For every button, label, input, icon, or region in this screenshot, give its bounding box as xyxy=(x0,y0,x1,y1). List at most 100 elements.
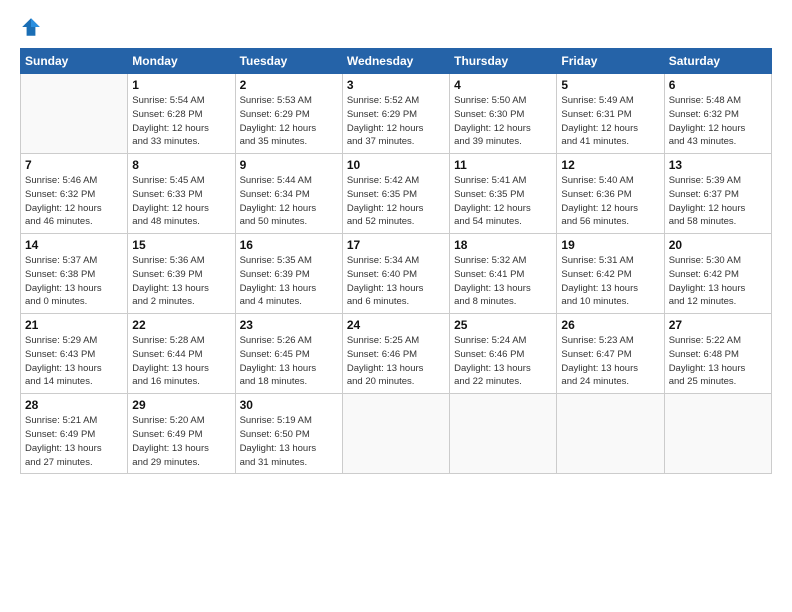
calendar-cell: 2Sunrise: 5:53 AM Sunset: 6:29 PM Daylig… xyxy=(235,74,342,154)
day-info: Sunrise: 5:24 AM Sunset: 6:46 PM Dayligh… xyxy=(454,334,552,389)
calendar-cell: 12 Sunrise: 5:40 AM Sunset: 6:36 PM Dayli… xyxy=(557,154,664,234)
day-number: 19 xyxy=(561,238,659,252)
day-info: Sunrise: 5:46 AM Sunset: 6:32 PM Dayligh… xyxy=(25,174,123,229)
header xyxy=(20,16,772,38)
day-info: Sunrise: 5:44 AM Sunset: 6:34 PM Dayligh… xyxy=(240,174,338,229)
calendar-cell: 3 Sunrise: 5:52 AM Sunset: 6:29 PM Daylig… xyxy=(342,74,449,154)
calendar-cell: 13 Sunrise: 5:39 AM Sunset: 6:37 PM Dayli… xyxy=(664,154,771,234)
day-number: 13 xyxy=(669,158,767,172)
calendar-container: SundayMondayTuesdayWednesdayThursdayFrid… xyxy=(0,0,792,484)
day-number: 17 xyxy=(347,238,445,252)
calendar-cell: 30 Sunrise: 5:19 AM Sunset: 6:50 PM Dayli… xyxy=(235,394,342,474)
calendar-cell: 5 Sunrise: 5:49 AM Sunset: 6:31 PM Daylig… xyxy=(557,74,664,154)
day-number: 22 xyxy=(132,318,230,332)
day-info: Sunrise: 5:53 AM Sunset: 6:29 PM Dayligh… xyxy=(240,94,338,149)
day-number: 21 xyxy=(25,318,123,332)
calendar-cell: 14 Sunrise: 5:37 AM Sunset: 6:38 PM Dayli… xyxy=(21,234,128,314)
calendar-cell: 10Sunrise: 5:42 AM Sunset: 6:35 PM Dayli… xyxy=(342,154,449,234)
day-number: 25 xyxy=(454,318,552,332)
day-number: 14 xyxy=(25,238,123,252)
calendar-cell xyxy=(664,394,771,474)
day-info: Sunrise: 5:37 AM Sunset: 6:38 PM Dayligh… xyxy=(25,254,123,309)
logo-icon xyxy=(20,16,42,38)
day-info: Sunrise: 5:48 AM Sunset: 6:32 PM Dayligh… xyxy=(669,94,767,149)
calendar-cell: 1 Sunrise: 5:54 AM Sunset: 6:28 PM Daylig… xyxy=(128,74,235,154)
day-number: 29 xyxy=(132,398,230,412)
day-info: Sunrise: 5:29 AM Sunset: 6:43 PM Dayligh… xyxy=(25,334,123,389)
day-info: Sunrise: 5:23 AM Sunset: 6:47 PM Dayligh… xyxy=(561,334,659,389)
week-row-4: 28Sunrise: 5:21 AM Sunset: 6:49 PM Dayli… xyxy=(21,394,772,474)
day-number: 30 xyxy=(240,398,338,412)
calendar-cell: 20 Sunrise: 5:30 AM Sunset: 6:42 PM Dayli… xyxy=(664,234,771,314)
calendar-cell: 19 Sunrise: 5:31 AM Sunset: 6:42 PM Dayli… xyxy=(557,234,664,314)
calendar-cell xyxy=(342,394,449,474)
calendar-cell: 29 Sunrise: 5:20 AM Sunset: 6:49 PM Dayli… xyxy=(128,394,235,474)
day-info: Sunrise: 5:30 AM Sunset: 6:42 PM Dayligh… xyxy=(669,254,767,309)
day-info: Sunrise: 5:52 AM Sunset: 6:29 PM Dayligh… xyxy=(347,94,445,149)
day-info: Sunrise: 5:32 AM Sunset: 6:41 PM Dayligh… xyxy=(454,254,552,309)
weekday-header-monday: Monday xyxy=(128,49,235,74)
day-info: Sunrise: 5:54 AM Sunset: 6:28 PM Dayligh… xyxy=(132,94,230,149)
day-info: Sunrise: 5:45 AM Sunset: 6:33 PM Dayligh… xyxy=(132,174,230,229)
day-number: 23 xyxy=(240,318,338,332)
day-number: 15 xyxy=(132,238,230,252)
week-row-0: 1 Sunrise: 5:54 AM Sunset: 6:28 PM Daylig… xyxy=(21,74,772,154)
calendar-cell: 15 Sunrise: 5:36 AM Sunset: 6:39 PM Dayli… xyxy=(128,234,235,314)
logo xyxy=(20,16,46,38)
day-info: Sunrise: 5:40 AM Sunset: 6:36 PM Dayligh… xyxy=(561,174,659,229)
day-info: Sunrise: 5:34 AM Sunset: 6:40 PM Dayligh… xyxy=(347,254,445,309)
calendar-table: SundayMondayTuesdayWednesdayThursdayFrid… xyxy=(20,48,772,474)
day-info: Sunrise: 5:39 AM Sunset: 6:37 PM Dayligh… xyxy=(669,174,767,229)
calendar-cell: 22Sunrise: 5:28 AM Sunset: 6:44 PM Dayli… xyxy=(128,314,235,394)
day-info: Sunrise: 5:20 AM Sunset: 6:49 PM Dayligh… xyxy=(132,414,230,469)
day-info: Sunrise: 5:25 AM Sunset: 6:46 PM Dayligh… xyxy=(347,334,445,389)
day-number: 28 xyxy=(25,398,123,412)
calendar-cell: 28Sunrise: 5:21 AM Sunset: 6:49 PM Dayli… xyxy=(21,394,128,474)
day-number: 12 xyxy=(561,158,659,172)
weekday-header-sunday: Sunday xyxy=(21,49,128,74)
day-number: 1 xyxy=(132,78,230,92)
day-number: 27 xyxy=(669,318,767,332)
day-number: 18 xyxy=(454,238,552,252)
week-row-1: 7 Sunrise: 5:46 AM Sunset: 6:32 PM Daylig… xyxy=(21,154,772,234)
day-number: 3 xyxy=(347,78,445,92)
calendar-cell: 8 Sunrise: 5:45 AM Sunset: 6:33 PM Daylig… xyxy=(128,154,235,234)
calendar-cell: 21 Sunrise: 5:29 AM Sunset: 6:43 PM Dayli… xyxy=(21,314,128,394)
day-info: Sunrise: 5:19 AM Sunset: 6:50 PM Dayligh… xyxy=(240,414,338,469)
calendar-cell: 6Sunrise: 5:48 AM Sunset: 6:32 PM Daylig… xyxy=(664,74,771,154)
week-row-3: 21 Sunrise: 5:29 AM Sunset: 6:43 PM Dayli… xyxy=(21,314,772,394)
day-info: Sunrise: 5:50 AM Sunset: 6:30 PM Dayligh… xyxy=(454,94,552,149)
calendar-cell: 24 Sunrise: 5:25 AM Sunset: 6:46 PM Dayli… xyxy=(342,314,449,394)
calendar-cell: 23 Sunrise: 5:26 AM Sunset: 6:45 PM Dayli… xyxy=(235,314,342,394)
weekday-header-friday: Friday xyxy=(557,49,664,74)
day-number: 20 xyxy=(669,238,767,252)
weekday-header-tuesday: Tuesday xyxy=(235,49,342,74)
calendar-cell: 17 Sunrise: 5:34 AM Sunset: 6:40 PM Dayli… xyxy=(342,234,449,314)
day-info: Sunrise: 5:42 AM Sunset: 6:35 PM Dayligh… xyxy=(347,174,445,229)
day-number: 9 xyxy=(240,158,338,172)
day-number: 5 xyxy=(561,78,659,92)
weekday-header-saturday: Saturday xyxy=(664,49,771,74)
calendar-cell: 27 Sunrise: 5:22 AM Sunset: 6:48 PM Dayli… xyxy=(664,314,771,394)
day-number: 26 xyxy=(561,318,659,332)
day-number: 7 xyxy=(25,158,123,172)
calendar-cell: 18 Sunrise: 5:32 AM Sunset: 6:41 PM Dayli… xyxy=(450,234,557,314)
day-info: Sunrise: 5:31 AM Sunset: 6:42 PM Dayligh… xyxy=(561,254,659,309)
day-number: 24 xyxy=(347,318,445,332)
calendar-cell: 9 Sunrise: 5:44 AM Sunset: 6:34 PM Daylig… xyxy=(235,154,342,234)
day-info: Sunrise: 5:36 AM Sunset: 6:39 PM Dayligh… xyxy=(132,254,230,309)
day-info: Sunrise: 5:35 AM Sunset: 6:39 PM Dayligh… xyxy=(240,254,338,309)
day-number: 16 xyxy=(240,238,338,252)
weekday-header-wednesday: Wednesday xyxy=(342,49,449,74)
week-row-2: 14 Sunrise: 5:37 AM Sunset: 6:38 PM Dayli… xyxy=(21,234,772,314)
calendar-cell: 16 Sunrise: 5:35 AM Sunset: 6:39 PM Dayli… xyxy=(235,234,342,314)
weekday-header-row: SundayMondayTuesdayWednesdayThursdayFrid… xyxy=(21,49,772,74)
calendar-cell xyxy=(450,394,557,474)
day-info: Sunrise: 5:26 AM Sunset: 6:45 PM Dayligh… xyxy=(240,334,338,389)
day-number: 8 xyxy=(132,158,230,172)
day-number: 11 xyxy=(454,158,552,172)
calendar-cell xyxy=(21,74,128,154)
weekday-header-thursday: Thursday xyxy=(450,49,557,74)
day-info: Sunrise: 5:49 AM Sunset: 6:31 PM Dayligh… xyxy=(561,94,659,149)
day-info: Sunrise: 5:22 AM Sunset: 6:48 PM Dayligh… xyxy=(669,334,767,389)
